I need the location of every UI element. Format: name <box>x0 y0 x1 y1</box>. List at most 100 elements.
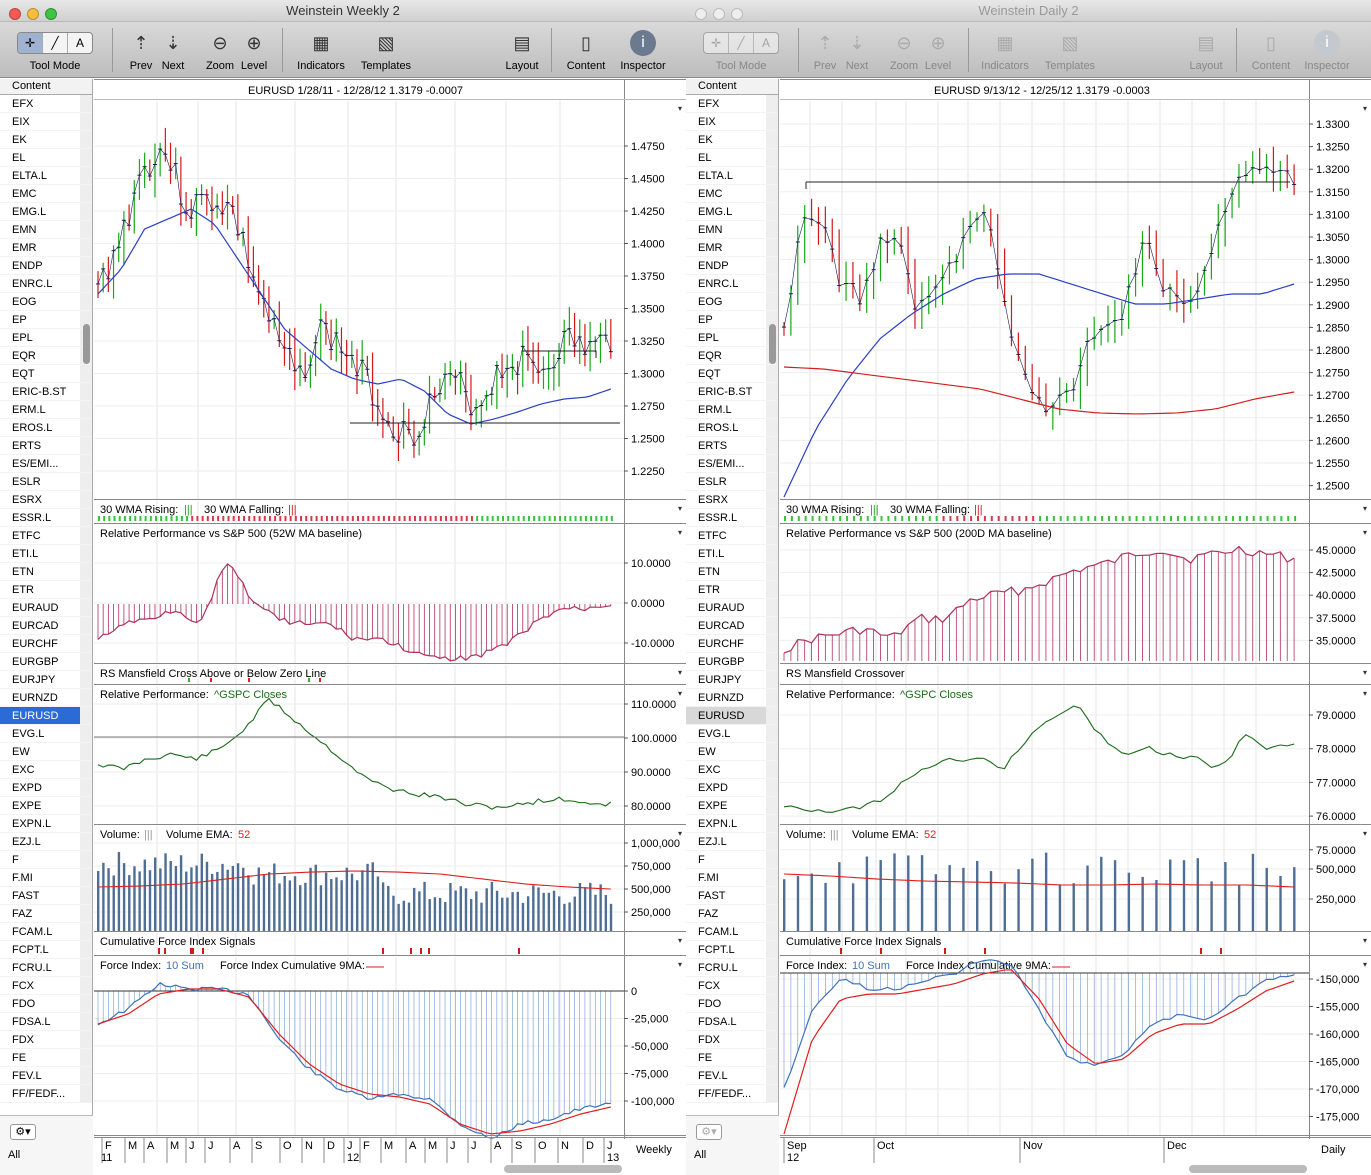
content-button[interactable]: ▯ Content <box>562 30 610 72</box>
close-button[interactable] <box>9 8 21 20</box>
symbol-item[interactable]: EPL <box>0 329 92 347</box>
symbol-item[interactable]: EPL <box>686 329 778 347</box>
symbol-item[interactable]: FDO <box>0 995 92 1013</box>
minimize-button[interactable] <box>713 8 725 20</box>
symbol-item[interactable]: ENRC.L <box>686 275 778 293</box>
symbol-item[interactable]: EFX <box>0 95 92 113</box>
symbol-item[interactable]: EXC <box>686 761 778 779</box>
symbol-item[interactable]: ESRX <box>686 491 778 509</box>
symbol-item[interactable]: EROS.L <box>0 419 92 437</box>
prev-button[interactable]: ⇡ Prev <box>810 30 840 72</box>
symbol-item[interactable]: EURAUD <box>0 599 92 617</box>
symbol-item[interactable]: EURCAD <box>0 617 92 635</box>
symbol-item[interactable]: EMR <box>0 239 92 257</box>
symbol-item[interactable]: FEV.L <box>0 1067 92 1085</box>
symbol-item[interactable]: EMN <box>686 221 778 239</box>
symbol-item[interactable]: FE <box>0 1049 92 1067</box>
symbol-item[interactable]: ETN <box>686 563 778 581</box>
symbol-item[interactable]: EMN <box>0 221 92 239</box>
symbol-item[interactable]: EMC <box>0 185 92 203</box>
symbol-item[interactable]: EURNZD <box>0 689 92 707</box>
symbol-item[interactable]: FCX <box>686 977 778 995</box>
symbol-item[interactable]: ESSR.L <box>0 509 92 527</box>
symbol-item[interactable]: EURJPY <box>686 671 778 689</box>
symbol-item[interactable]: ERTS <box>0 437 92 455</box>
chart-canvas[interactable]: ▾ ▾ ▾ ▾ ▾ ▾ ▾ ▾ 1.4750 1.4500 1.4250 1.4000 1.3750 1.… <box>94 79 686 1175</box>
symbol-list[interactable]: EFX EIX EK EL ELTA.L EMC EMG.L EMN EMR ENDP ENRC.L… <box>686 95 778 1103</box>
symbol-item[interactable]: EP <box>686 311 778 329</box>
window-titlebar[interactable]: Weinstein Weekly 2 <box>0 0 686 22</box>
symbol-item[interactable]: EIX <box>0 113 92 131</box>
zoom-in-button[interactable]: ⊕ Level <box>238 30 270 72</box>
symbol-item[interactable]: FCPT.L <box>0 941 92 959</box>
symbol-item[interactable]: FCAM.L <box>686 923 778 941</box>
symbol-item[interactable]: EURCHF <box>686 635 778 653</box>
symbol-item[interactable]: ETR <box>0 581 92 599</box>
symbol-item[interactable]: ETFC <box>686 527 778 545</box>
symbol-item[interactable]: EXPD <box>0 779 92 797</box>
zoom-in-button[interactable]: ⊕ Level <box>922 30 954 72</box>
inspector-button[interactable]: i Inspector <box>614 30 672 72</box>
symbol-item[interactable]: ELTA.L <box>0 167 92 185</box>
crosshair-tool-icon[interactable]: ✛ <box>704 33 729 53</box>
symbol-item[interactable]: EVG.L <box>0 725 92 743</box>
window-titlebar[interactable]: Weinstein Daily 2 <box>686 0 1371 22</box>
symbol-item[interactable]: FDX <box>0 1031 92 1049</box>
layout-button[interactable]: ▤ Layout <box>500 30 544 72</box>
symbol-item[interactable]: EFX <box>686 95 778 113</box>
symbol-item[interactable]: EK <box>0 131 92 149</box>
line-tool-icon[interactable]: ╱ <box>43 33 68 53</box>
symbol-item[interactable]: F.MI <box>686 869 778 887</box>
symbol-item[interactable]: FAST <box>0 887 92 905</box>
symbol-item[interactable]: ESSR.L <box>686 509 778 527</box>
close-button[interactable] <box>695 8 707 20</box>
symbol-item[interactable]: EXPE <box>0 797 92 815</box>
symbol-item[interactable]: ELTA.L <box>686 167 778 185</box>
indicators-button[interactable]: ▦ Indicators <box>292 30 350 72</box>
symbol-item[interactable]: EL <box>0 149 92 167</box>
symbol-item[interactable]: ESLR <box>0 473 92 491</box>
symbol-item[interactable]: EVG.L <box>686 725 778 743</box>
templates-button[interactable]: ▧ Templates <box>1040 30 1100 72</box>
zoom-button[interactable] <box>45 8 57 20</box>
tool-mode-control[interactable]: ✛ ╱ A Tool Mode <box>700 30 782 72</box>
symbol-item[interactable]: EOG <box>0 293 92 311</box>
symbol-item[interactable]: EZJ.L <box>0 833 92 851</box>
symbol-item[interactable]: EQT <box>686 365 778 383</box>
symbol-item[interactable]: EMR <box>686 239 778 257</box>
symbol-item[interactable]: EURJPY <box>0 671 92 689</box>
symbol-item[interactable]: F.MI <box>0 869 92 887</box>
crosshair-tool-icon[interactable]: ✛ <box>18 33 43 53</box>
symbol-item[interactable]: ETFC <box>0 527 92 545</box>
symbol-item[interactable]: FDX <box>686 1031 778 1049</box>
symbol-item[interactable]: EW <box>686 743 778 761</box>
gear-icon[interactable]: ⚙▾ <box>10 1124 36 1140</box>
content-list[interactable]: Content EFX EIX EK EL ELTA.L EMC EMG.L EMN EMR EN… <box>0 79 93 1175</box>
symbol-item[interactable]: ERTS <box>686 437 778 455</box>
symbol-item[interactable]: EQR <box>0 347 92 365</box>
symbol-item[interactable]: EURNZD <box>686 689 778 707</box>
symbol-item[interactable]: ESLR <box>686 473 778 491</box>
zoom-out-button[interactable]: ⊖ Zoom <box>204 30 236 72</box>
symbol-item[interactable]: ENDP <box>686 257 778 275</box>
symbol-item[interactable]: FF/FEDF... <box>0 1085 92 1103</box>
symbol-item[interactable]: FF/FEDF... <box>686 1085 778 1103</box>
symbol-list[interactable]: EFX EIX EK EL ELTA.L EMC EMG.L EMN EMR ENDP ENRC.L… <box>0 95 92 1103</box>
symbol-item[interactable]: FDSA.L <box>0 1013 92 1031</box>
text-tool-icon[interactable]: A <box>68 33 92 53</box>
symbol-item[interactable]: FCPT.L <box>686 941 778 959</box>
symbol-item[interactable]: F <box>0 851 92 869</box>
symbol-item[interactable]: EURCAD <box>686 617 778 635</box>
symbol-item[interactable]: ENRC.L <box>0 275 92 293</box>
symbol-item[interactable]: ETN <box>0 563 92 581</box>
minimize-button[interactable] <box>27 8 39 20</box>
symbol-item[interactable]: FCRU.L <box>0 959 92 977</box>
symbol-item[interactable]: EP <box>0 311 92 329</box>
symbol-item[interactable]: EK <box>686 131 778 149</box>
symbol-item[interactable]: FEV.L <box>686 1067 778 1085</box>
symbol-item[interactable]: EXC <box>0 761 92 779</box>
symbol-item[interactable]: ERM.L <box>686 401 778 419</box>
symbol-item[interactable]: EURCHF <box>0 635 92 653</box>
symbol-item[interactable]: FDSA.L <box>686 1013 778 1031</box>
symbol-item[interactable]: ENDP <box>0 257 92 275</box>
